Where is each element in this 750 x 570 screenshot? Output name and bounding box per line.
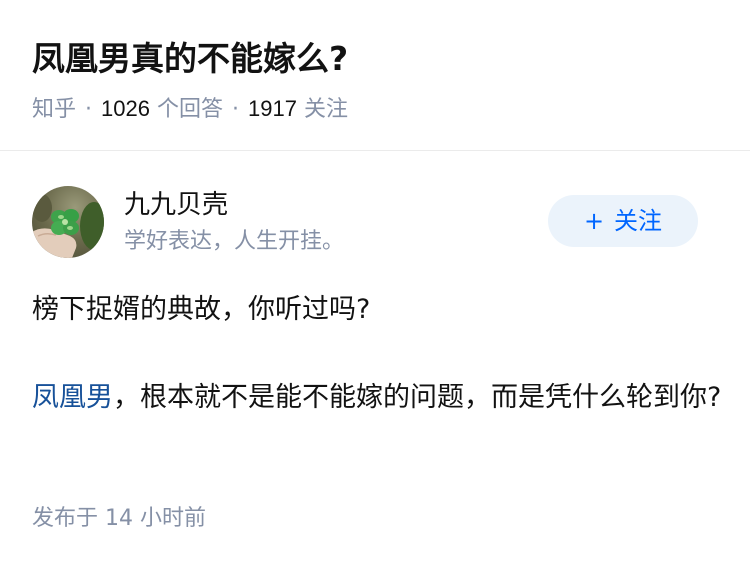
follower-count-label: 关注 [303, 97, 348, 122]
plus-icon: + [583, 207, 605, 235]
question-meta: 知乎 · 1026 个回答 · 1917 关注 [32, 92, 348, 127]
follower-count: 1917 [247, 96, 297, 121]
separator-dot: · [85, 97, 93, 122]
follow-button[interactable]: + 关注 [548, 195, 698, 247]
author-name[interactable]: 九九贝壳 [124, 186, 228, 224]
answer-count: 1026 [101, 96, 150, 121]
topic-link[interactable]: 凤凰男 [32, 382, 113, 413]
source-label: 知乎 [32, 97, 77, 122]
question-title[interactable]: 凤凰男真的不能嫁么? [32, 34, 348, 84]
publish-label: 发布于 [32, 506, 99, 531]
publish-time: 14 小时前 [105, 506, 207, 531]
avatar-image [32, 186, 104, 258]
publish-info: 发布于 14 小时前 [32, 502, 206, 536]
follow-button-label: 关注 [614, 207, 663, 235]
question-header: 凤凰男真的不能嫁么? 知乎 · 1026 个回答 · 1917 关注 [0, 0, 750, 151]
author-bio: 学好表达，人生开挂。 [124, 229, 345, 254]
answer-paragraph: 榜下捉婿的典故，你听过吗? [32, 294, 371, 325]
answer-content: 榜下捉婿的典故，你听过吗? 凤凰男，根本就不是能不能嫁的问题，而是凭什么轮到你? [32, 288, 722, 420]
author-avatar[interactable] [32, 186, 104, 258]
paragraph-text: ，根本就不是能不能嫁的问题，而是凭什么轮到你? [113, 382, 722, 413]
answer-count-label: 个回答 [156, 97, 223, 122]
answer-paragraph: 凤凰男，根本就不是能不能嫁的问题，而是凭什么轮到你? [32, 376, 722, 420]
separator-dot: · [231, 97, 239, 122]
